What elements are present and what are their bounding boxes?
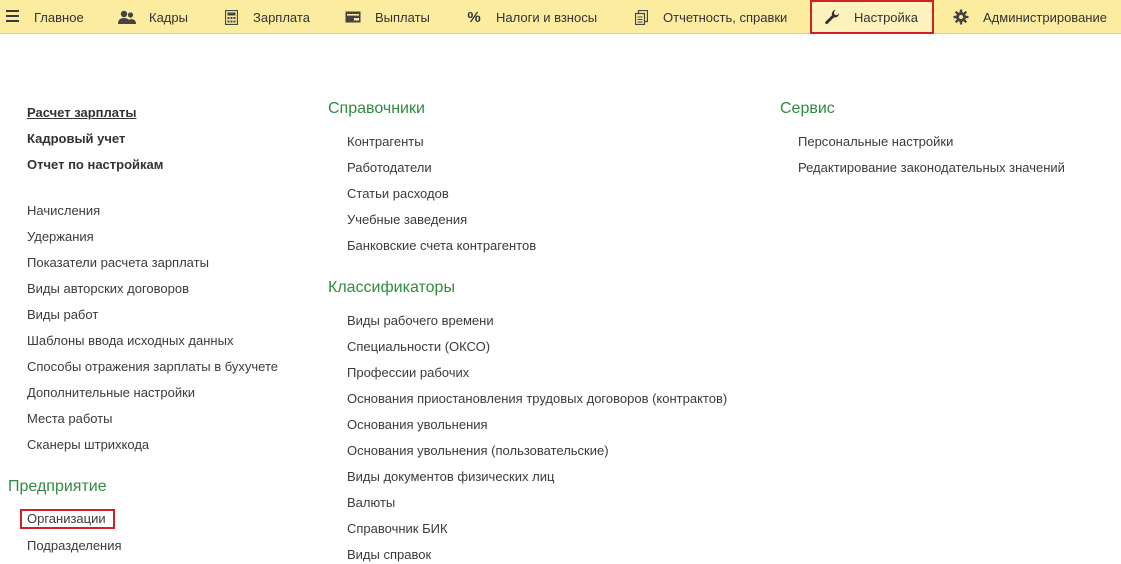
link-input-templates[interactable]: Шаблоны ввода исходных данных (27, 333, 233, 348)
link-departments[interactable]: Подразделения (27, 538, 122, 553)
link-deductions[interactable]: Удержания (27, 229, 94, 244)
link-personal-settings[interactable]: Персональные настройки (798, 134, 953, 149)
section-title-classifiers: Классификаторы (328, 279, 455, 296)
section-panel: Главное Кадры Зарплата Выплаты % Налоги … (0, 0, 1121, 34)
link-worker-professions[interactable]: Профессии рабочих (347, 365, 469, 380)
link-settings-report[interactable]: Отчет по настройкам (27, 157, 163, 172)
link-specialties-okso[interactable]: Специальности (ОКСО) (347, 339, 490, 354)
link-accruals[interactable]: Начисления (27, 203, 100, 218)
nav-taxes[interactable]: % Налоги и взносы (464, 0, 597, 34)
link-counterparties[interactable]: Контрагенты (347, 134, 424, 149)
menu-icon[interactable] (6, 10, 19, 24)
link-organizations[interactable]: Организации (20, 509, 115, 529)
nav-main-label: Главное (34, 9, 84, 25)
link-contract-suspension-grounds[interactable]: Основания приостановления трудовых догов… (347, 391, 727, 406)
link-payroll-indicators[interactable]: Показатели расчета зарплаты (27, 255, 209, 270)
link-certificate-types[interactable]: Виды справок (347, 547, 431, 562)
people-icon (117, 9, 137, 25)
nav-reports[interactable]: Отчетность, справки (631, 0, 787, 34)
link-expense-items[interactable]: Статьи расходов (347, 186, 449, 201)
link-payroll-accounting[interactable]: Способы отражения зарплаты в бухучете (27, 359, 278, 374)
link-identity-document-types[interactable]: Виды документов физических лиц (347, 469, 554, 484)
wallet-icon (343, 9, 363, 25)
link-workplaces[interactable]: Места работы (27, 411, 113, 426)
link-employers[interactable]: Работодатели (347, 160, 432, 175)
link-hr-records[interactable]: Кадровый учет (27, 131, 125, 146)
nav-main[interactable]: Главное (34, 0, 84, 34)
section-title-directories: Справочники (328, 100, 425, 117)
nav-settings-label: Настройка (854, 9, 918, 25)
nav-administration[interactable]: Администрирование (951, 0, 1107, 34)
nav-settings[interactable]: Настройка (810, 0, 934, 34)
nav-taxes-label: Налоги и взносы (496, 9, 598, 25)
link-additional-settings[interactable]: Дополнительные настройки (27, 385, 195, 400)
link-dismissal-grounds-custom[interactable]: Основания увольнения (пользовательские) (347, 443, 609, 458)
nav-payments-label: Выплаты (375, 9, 430, 25)
link-bik-directory[interactable]: Справочник БИК (347, 521, 448, 536)
nav-reports-label: Отчетность, справки (663, 9, 788, 25)
wrench-icon (822, 9, 842, 25)
link-counterparty-bank-accounts[interactable]: Банковские счета контрагентов (347, 238, 536, 253)
link-educational-institutions[interactable]: Учебные заведения (347, 212, 467, 227)
link-work-time-types[interactable]: Виды рабочего времени (347, 313, 494, 328)
nav-payments[interactable]: Выплаты (343, 0, 430, 34)
section-title-service: Сервис (780, 100, 835, 117)
link-dismissal-grounds[interactable]: Основания увольнения (347, 417, 488, 432)
link-work-types[interactable]: Виды работ (27, 307, 98, 322)
gear-icon (951, 9, 971, 25)
link-edit-legislative-values[interactable]: Редактирование законодательных значений (798, 160, 1065, 175)
calculator-icon (221, 9, 241, 25)
section-title-enterprise: Предприятие (8, 478, 107, 495)
nav-administration-label: Администрирование (983, 9, 1107, 25)
link-author-contract-types[interactable]: Виды авторских договоров (27, 281, 189, 296)
nav-salary-label: Зарплата (253, 9, 310, 25)
nav-salary[interactable]: Зарплата (221, 0, 310, 34)
documents-icon (631, 9, 651, 25)
nav-personnel[interactable]: Кадры (117, 0, 188, 34)
percent-icon: % (467, 8, 481, 26)
link-payroll[interactable]: Расчет зарплаты (27, 105, 136, 120)
link-barcode-scanners[interactable]: Сканеры штрихкода (27, 437, 149, 452)
nav-personnel-label: Кадры (149, 9, 188, 25)
link-currencies[interactable]: Валюты (347, 495, 395, 510)
